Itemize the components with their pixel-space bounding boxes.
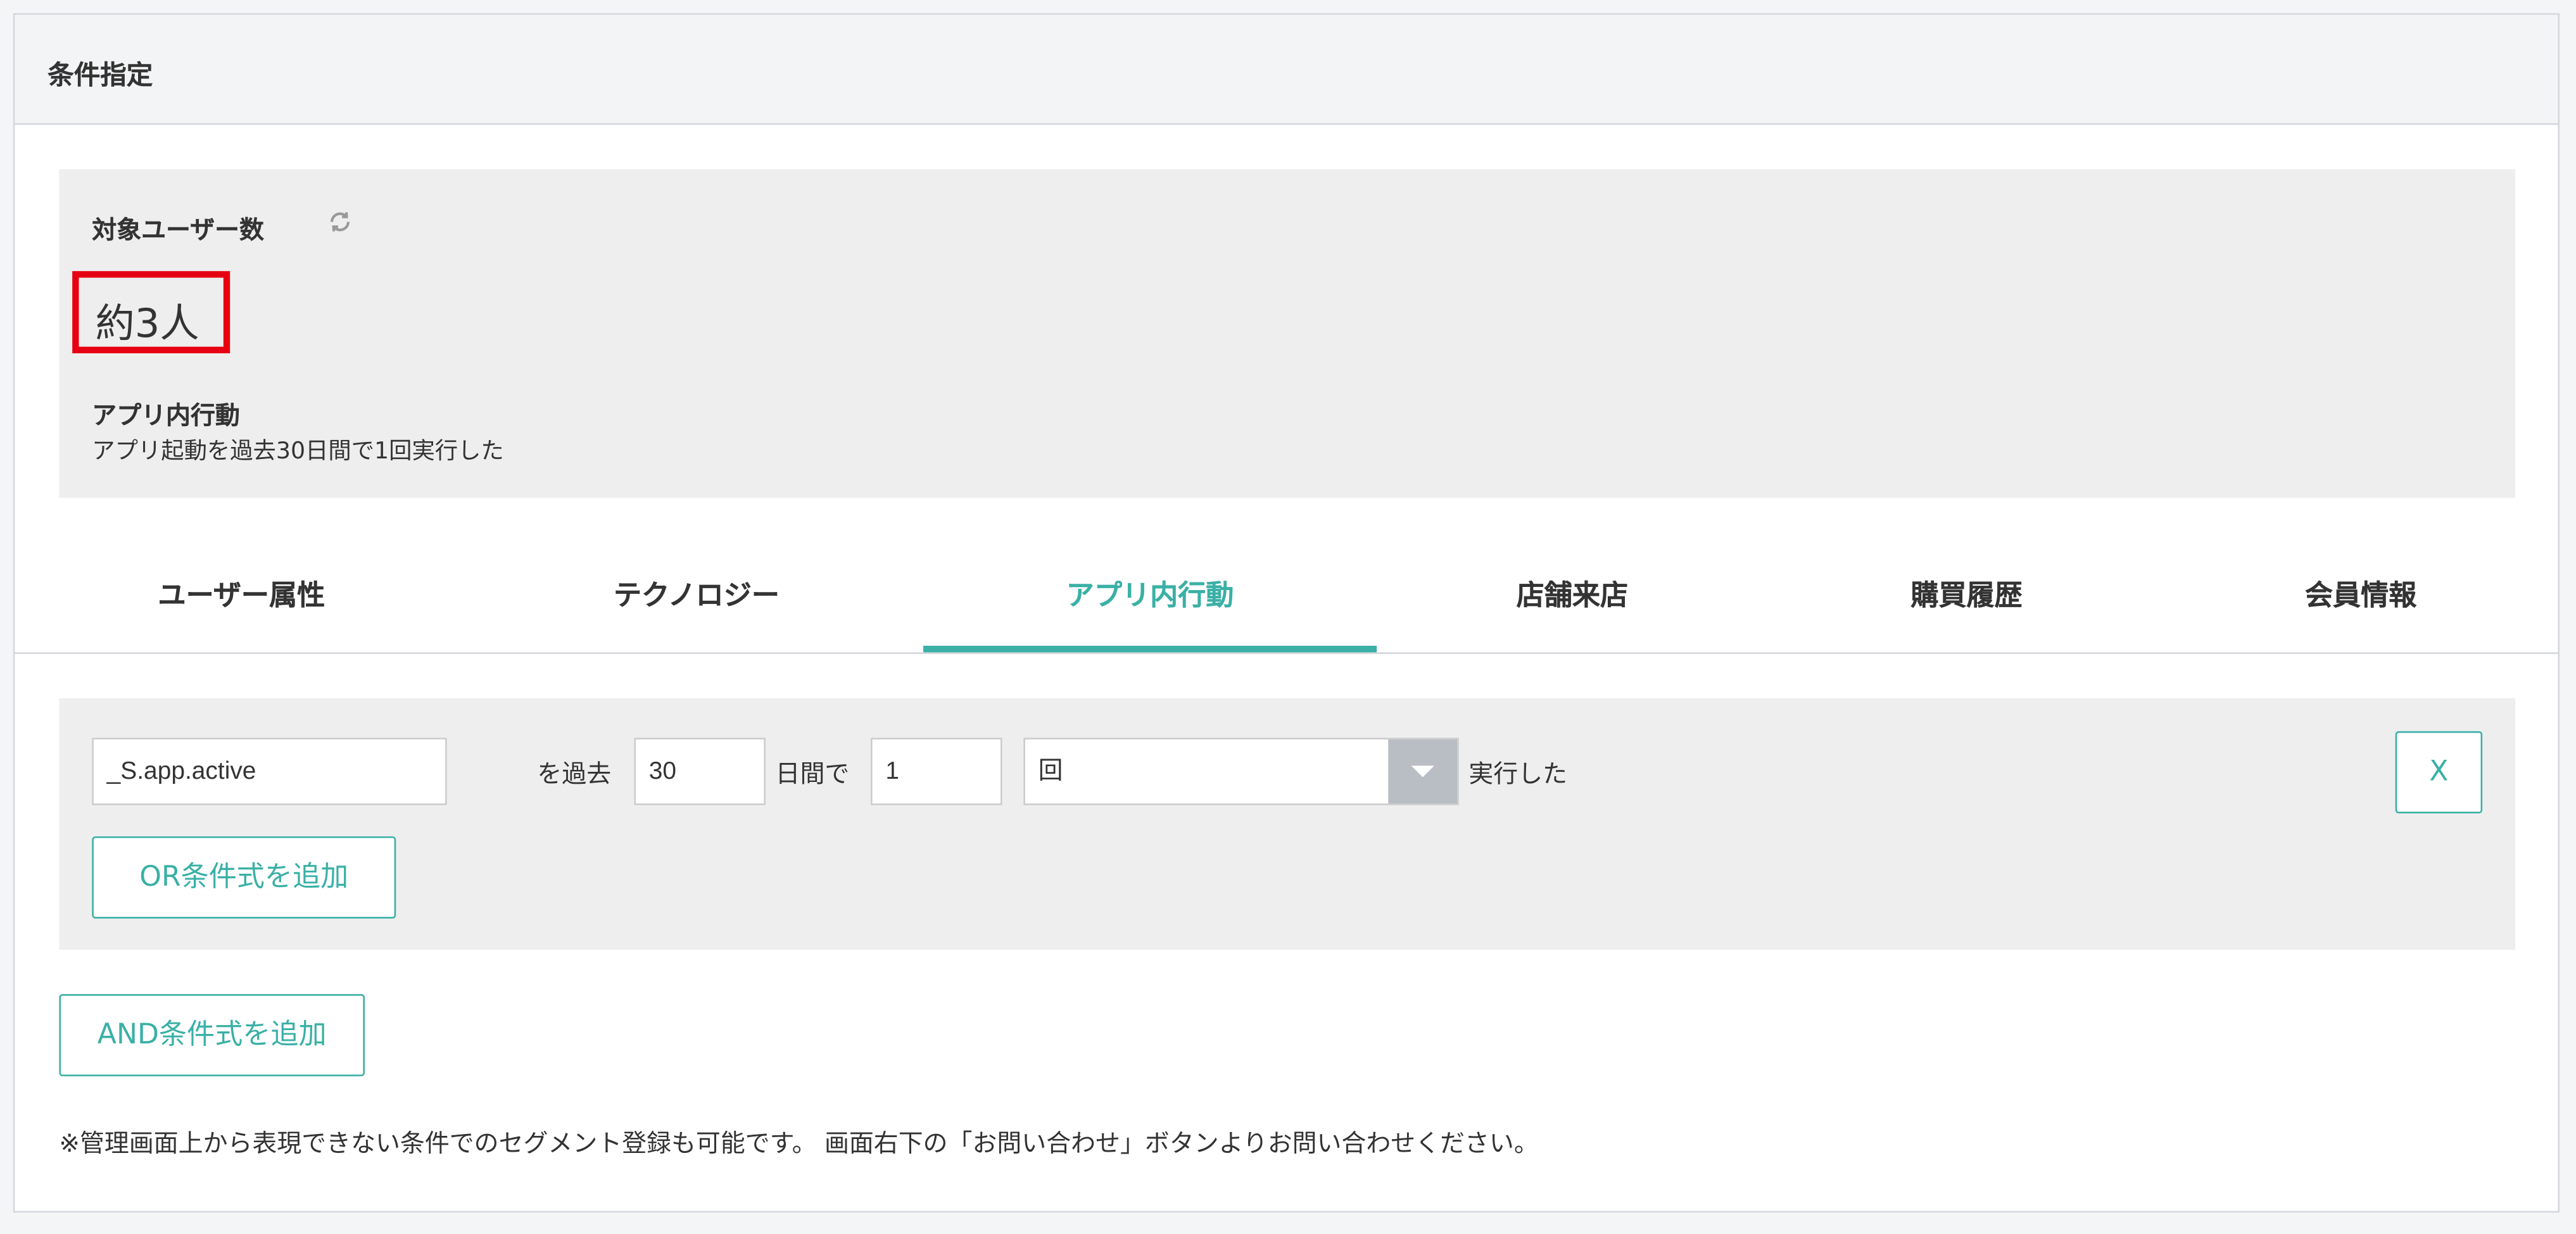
refresh-icon[interactable] — [325, 209, 355, 239]
unit-select[interactable]: 回 — [1023, 738, 1459, 805]
executed-label: 実行した — [1468, 759, 1568, 789]
days-label: 日間で — [775, 759, 850, 789]
days-input[interactable]: 30 — [634, 738, 766, 805]
add-or-condition-button[interactable]: OR条件式を追加 — [92, 836, 396, 919]
tab-in-app-behavior[interactable]: アプリ内行動 — [923, 557, 1377, 653]
chevron-down-icon[interactable] — [1388, 739, 1458, 804]
tab-member-info[interactable]: 会員情報 — [2167, 557, 2554, 653]
condition-tabs: ユーザー属性 テクノロジー アプリ内行動 店舗来店 購買履歴 会員情報 — [15, 557, 2558, 654]
panel-header: 条件指定 — [15, 15, 2558, 125]
count-highlight-box: 約3人 — [72, 271, 230, 353]
tab-purchase-history[interactable]: 購買履歴 — [1772, 557, 2160, 653]
tab-technology[interactable]: テクノロジー — [503, 557, 890, 653]
tab-store-visit[interactable]: 店舗来店 — [1379, 557, 1766, 653]
condition-row-box: _S.app.active を過去 30 日間で 1 回 実行した X OR条件… — [59, 698, 2516, 950]
target-user-count-label: 対象ユーザー数 — [92, 215, 264, 245]
target-user-count: 約3人 — [95, 300, 199, 347]
remove-condition-button[interactable]: X — [2395, 731, 2483, 814]
unit-select-value: 回 — [1038, 755, 1063, 786]
past-label: を過去 — [537, 759, 612, 789]
add-and-condition-button[interactable]: AND条件式を追加 — [59, 994, 365, 1076]
summary-condition-text: アプリ起動を過去30日間で1回実行した — [92, 438, 504, 465]
summary-condition-title: アプリ内行動 — [92, 401, 240, 431]
tab-user-attributes[interactable]: ユーザー属性 — [47, 557, 435, 653]
count-input[interactable]: 1 — [871, 738, 1002, 805]
segment-condition-panel: 条件指定 対象ユーザー数 約3人 アプリ内行動 アプリ起動を過去30日間で1回実… — [13, 13, 2560, 1213]
custom-segment-note: ※管理画面上から表現できない条件でのセグメント登録も可能です。 画面右下の「お問… — [59, 1128, 1539, 1159]
panel-title: 条件指定 — [47, 59, 153, 91]
event-name-input[interactable]: _S.app.active — [92, 738, 447, 805]
target-user-summary: 対象ユーザー数 約3人 アプリ内行動 アプリ起動を過去30日間で1回実行した — [59, 169, 2516, 498]
